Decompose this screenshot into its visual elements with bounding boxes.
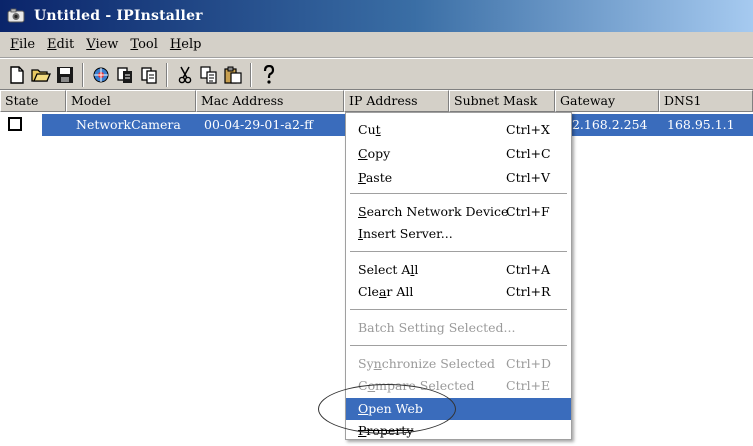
new-file-icon[interactable] [6,64,28,86]
menu-item-synchronize-selected: Synchronize Selected Ctrl+D [346,353,571,375]
column-header-dns1[interactable]: DNS1 [659,90,753,112]
menu-item-open-web[interactable]: Open Web [346,398,571,420]
menu-item-sync-shortcut: Ctrl+D [506,356,552,371]
menu-item-cut-shortcut: Ctrl+X [506,122,550,137]
menu-separator [350,193,567,195]
menu-file[interactable]: File [4,37,41,52]
menu-item-select-all-label: Select All [358,262,419,277]
toolbar-separator [166,63,168,87]
menu-item-property-label: Property [358,423,414,438]
menu-separator [350,309,567,311]
menu-item-search-shortcut: Ctrl+F [506,204,550,219]
menu-item-select-all[interactable]: Select All Ctrl+A [346,259,571,281]
menu-separator [350,345,567,347]
title-bar[interactable]: Untitled - IPInstaller [0,0,753,32]
menu-item-select-all-shortcut: Ctrl+A [506,262,551,277]
menu-help-label: elp [181,37,202,52]
menu-item-sync-label: Synchronize Selected [358,356,496,371]
menu-item-clear-all-label: Clear All [358,284,414,299]
menu-tool[interactable]: Tool [124,37,163,52]
menu-view-label: iew [95,37,119,52]
menu-item-compare-shortcut: Ctrl+E [506,378,551,393]
column-headers: State Model Mac Address IP Address Subne… [0,90,753,112]
cell-dns1: 168.95.1.1 [667,117,735,132]
menu-edit-label: dit [56,37,75,52]
menu-file-label: ile [19,37,36,52]
menu-separator [350,251,567,253]
toolbar-separator [82,63,84,87]
menu-bar: File Edit View Tool Help [0,32,753,58]
menu-item-paste[interactable]: Paste Ctrl+V [346,167,571,189]
column-header-subnet-mask[interactable]: Subnet Mask [449,90,555,112]
property-icon[interactable] [138,64,160,86]
toolbar [0,58,753,90]
menu-edit[interactable]: Edit [41,37,80,52]
menu-item-copy-shortcut: Ctrl+C [506,146,551,161]
menu-tool-label: ool [138,37,158,52]
search-device-icon[interactable] [90,64,112,86]
ipinstaller-window: Untitled - IPInstaller File Edit View To… [0,0,753,446]
column-header-mac-address[interactable]: Mac Address [196,90,344,112]
state-checkbox[interactable] [8,117,22,131]
menu-item-property[interactable]: Property [346,420,571,442]
menu-item-paste-label: Paste [358,170,393,185]
open-folder-icon[interactable] [30,64,52,86]
menu-item-cut[interactable]: Cut Ctrl+X [346,119,571,141]
help-icon[interactable] [258,64,280,86]
cell-mac-address: 00-04-29-01-a2-ff [204,117,314,132]
menu-item-batch-setting-selected: Batch Setting Selected... [346,317,571,339]
menu-item-compare-label: Compare Selected [358,378,475,393]
cell-model: NetworkCamera [76,117,181,132]
toolbar-separator [250,63,252,87]
paste-icon[interactable] [222,64,244,86]
context-menu: Cut Ctrl+X Copy Ctrl+C Paste Ctrl+V Sear… [345,112,572,440]
insert-server-icon[interactable] [114,64,136,86]
menu-item-paste-shortcut: Ctrl+V [506,170,551,185]
menu-item-insert-server[interactable]: Insert Server... [346,223,571,245]
column-header-gateway[interactable]: Gateway [555,90,659,112]
column-header-state[interactable]: State [0,90,66,112]
window-title: Untitled - IPInstaller [34,8,203,24]
menu-item-search-network-device[interactable]: Search Network Device Ctrl+F [346,201,571,223]
menu-item-copy-label: Copy [358,146,391,161]
menu-edit-mnemonic: E [47,37,57,52]
menu-item-clear-all[interactable]: Clear All Ctrl+R [346,281,571,303]
menu-file-mnemonic: F [10,37,20,52]
menu-item-search-label: Search Network Device [358,204,509,219]
column-header-model[interactable]: Model [66,90,196,112]
cell-gateway: 92.168.2.254 [564,117,648,132]
copy-icon[interactable] [198,64,220,86]
menu-help[interactable]: Help [164,37,208,52]
menu-item-insert-label: Insert Server... [358,226,453,241]
menu-view[interactable]: View [80,37,124,52]
menu-item-open-web-label: Open Web [358,401,423,416]
menu-item-compare-selected: Compare Selected Ctrl+E [346,375,571,397]
save-icon[interactable] [54,64,76,86]
cut-icon[interactable] [174,64,196,86]
menu-item-copy[interactable]: Copy Ctrl+C [346,143,571,165]
column-header-ip-address[interactable]: IP Address [344,90,449,112]
menu-help-mnemonic: H [169,37,182,52]
menu-item-clear-all-shortcut: Ctrl+R [506,284,551,299]
menu-tool-mnemonic: T [130,37,139,52]
app-icon [6,6,26,26]
menu-item-cut-label: Cut [358,122,381,137]
menu-item-batch-label: Batch Setting Selected... [358,320,516,335]
